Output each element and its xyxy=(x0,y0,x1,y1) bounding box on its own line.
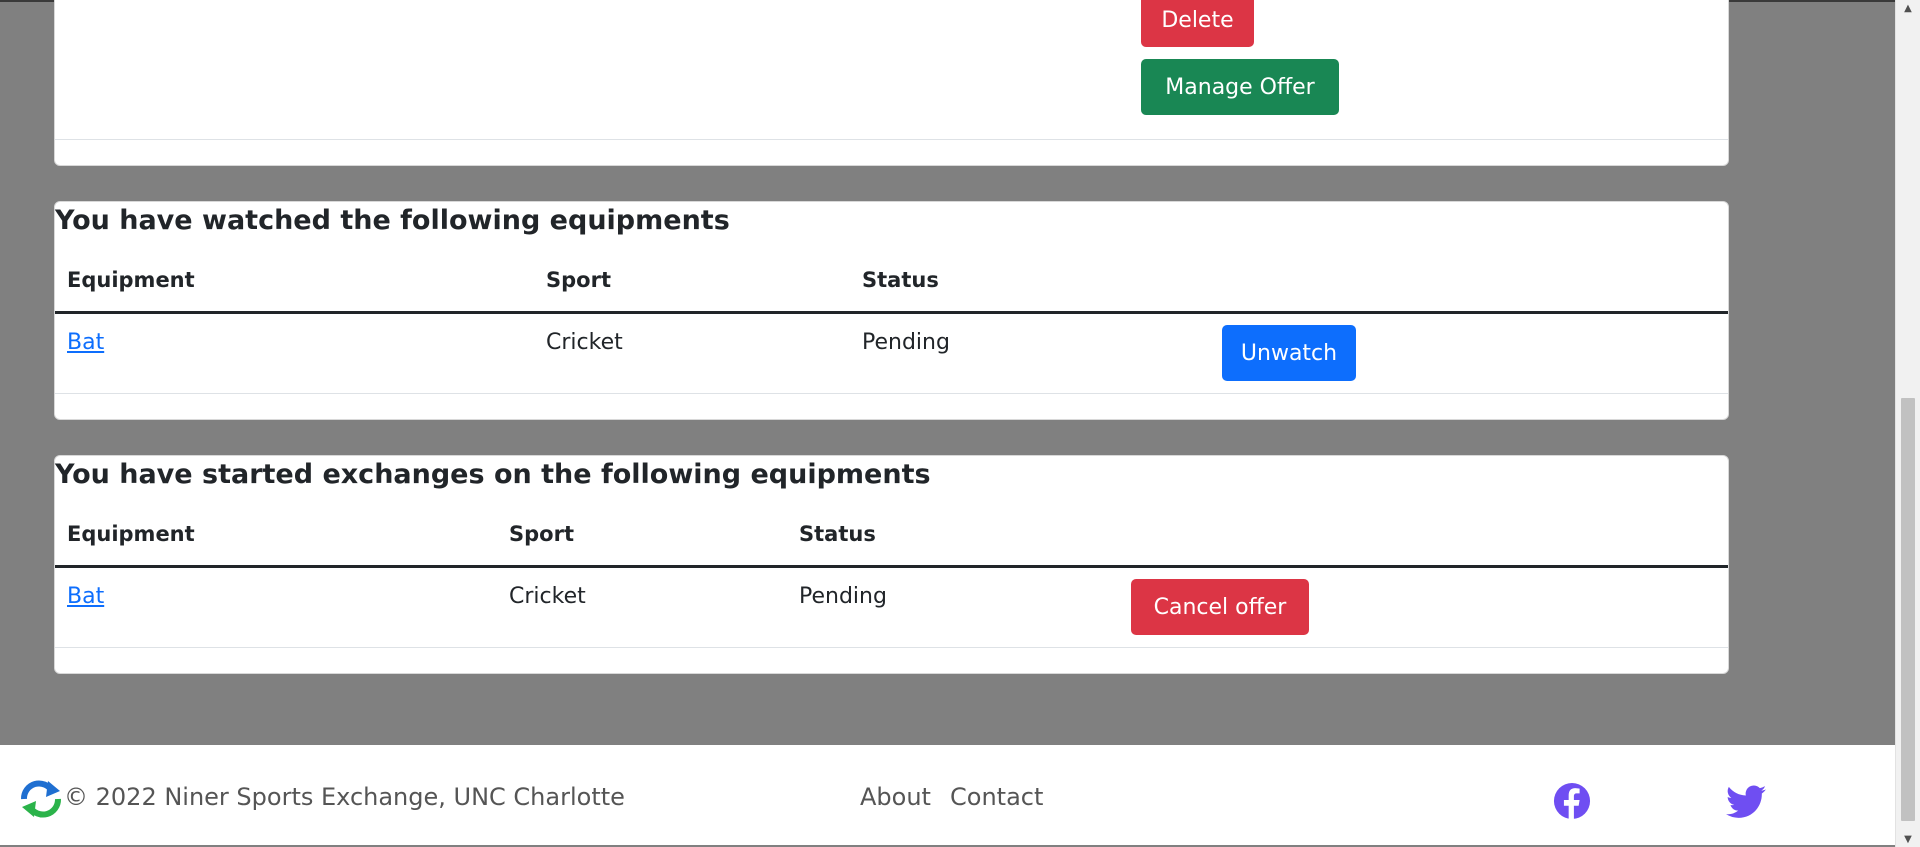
sport-cell: Cricket xyxy=(509,584,586,609)
my-equipment-card: Delete Manage Offer xyxy=(54,0,1729,166)
scroll-up-arrow-icon[interactable]: ▲ xyxy=(1896,0,1920,16)
unwatch-button[interactable]: Unwatch xyxy=(1222,325,1356,381)
exchanges-card: You have started exchanges on the follow… xyxy=(54,455,1729,674)
column-header-sport: Sport xyxy=(546,268,611,292)
footer-copyright: © 2022 Niner Sports Exchange, UNC Charlo… xyxy=(64,783,625,811)
column-header-equipment: Equipment xyxy=(67,522,195,546)
status-cell: Pending xyxy=(799,584,887,609)
table-divider xyxy=(55,393,1728,394)
scrollbar-thumb[interactable] xyxy=(1901,398,1915,821)
exchange-logo-icon xyxy=(21,780,61,818)
scroll-down-arrow-icon[interactable]: ▼ xyxy=(1896,831,1920,847)
status-cell: Pending xyxy=(862,330,950,355)
table-divider xyxy=(55,139,1728,140)
watched-equipment-card: You have watched the following equipment… xyxy=(54,201,1729,420)
delete-button[interactable]: Delete xyxy=(1141,0,1254,47)
site-footer: © 2022 Niner Sports Exchange, UNC Charlo… xyxy=(0,745,1896,845)
facebook-icon[interactable] xyxy=(1553,782,1591,820)
cancel-offer-button[interactable]: Cancel offer xyxy=(1131,579,1309,635)
column-header-equipment: Equipment xyxy=(67,268,195,292)
twitter-icon[interactable] xyxy=(1726,785,1766,819)
exchanges-section-title: You have started exchanges on the follow… xyxy=(55,459,931,490)
footer-link-contact[interactable]: Contact xyxy=(950,783,1043,811)
footer-link-about[interactable]: About xyxy=(860,783,931,811)
manage-offer-button[interactable]: Manage Offer xyxy=(1141,59,1339,115)
table-header-divider xyxy=(55,565,1728,568)
equipment-link-bat[interactable]: Bat xyxy=(67,330,104,355)
column-header-status: Status xyxy=(799,522,876,546)
table-divider xyxy=(55,647,1728,648)
table-header-divider xyxy=(55,311,1728,314)
watched-section-title: You have watched the following equipment… xyxy=(55,205,730,236)
sport-cell: Cricket xyxy=(546,330,623,355)
vertical-scrollbar[interactable]: ▲ ▼ xyxy=(1895,0,1920,847)
column-header-status: Status xyxy=(862,268,939,292)
column-header-sport: Sport xyxy=(509,522,574,546)
equipment-link-bat[interactable]: Bat xyxy=(67,584,104,609)
